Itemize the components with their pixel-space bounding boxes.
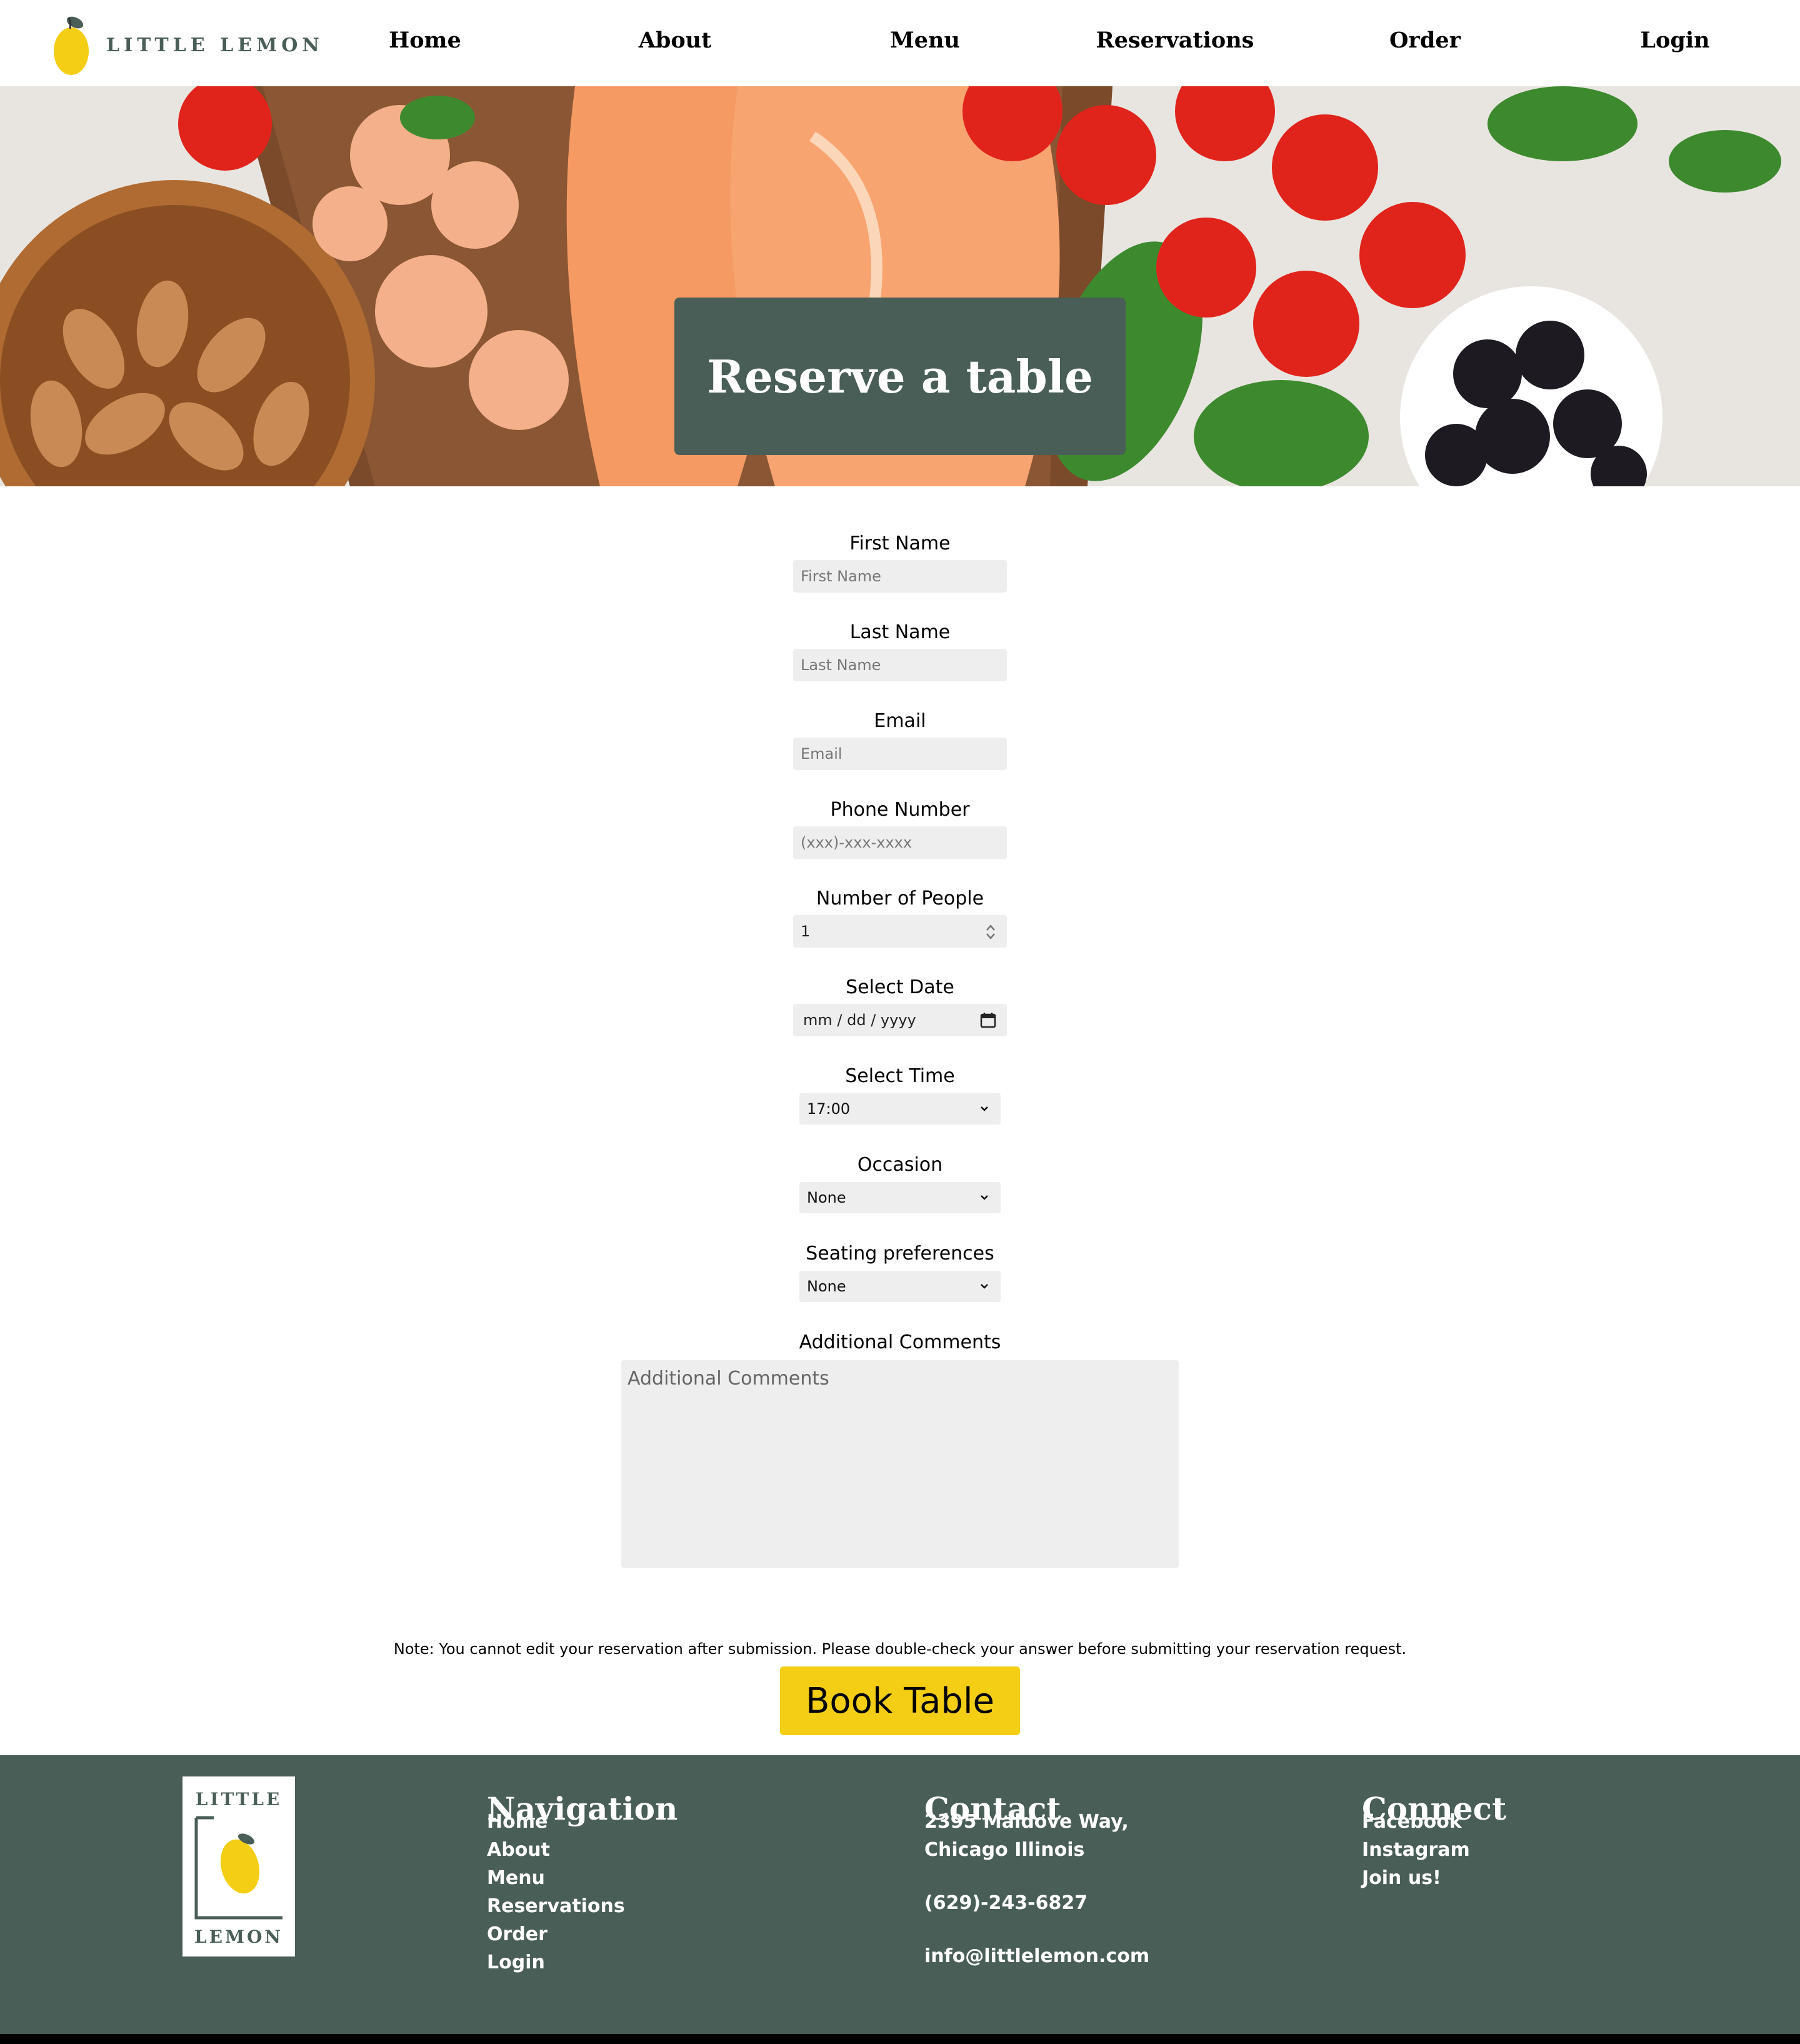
lemon-icon [54,16,89,75]
brand-name: LITTLE LEMON [106,34,324,56]
people-value: 1 [801,923,811,940]
footer-link-about[interactable]: About [487,1836,625,1864]
footer-link-login[interactable]: Login [487,1948,625,1976]
phone-input[interactable]: (xxx)-xxx-xxxx [793,826,1007,859]
page-title: Reserve a table [707,349,1093,403]
nav-home[interactable]: Home [331,28,519,53]
footer-logo-top-text: LITTLE [196,1789,282,1810]
date-input[interactable]: mm / dd / yyyy [793,1004,1007,1036]
last-name-input[interactable]: Last Name [793,649,1007,681]
bottom-bar [0,2034,1800,2044]
comments-textarea[interactable]: Additional Comments [621,1360,1179,1568]
first-name-input[interactable]: First Name [793,560,1007,593]
people-number-input[interactable]: 1 [793,915,1007,948]
footer-logo-bottom-text: LEMON [194,1926,283,1947]
time-label: Select Time [845,1065,955,1087]
top-navigation: LITTLE LEMON Home About Menu Reservation… [0,0,1800,86]
chevron-down-icon [981,1106,988,1111]
contact-phone[interactable]: (629)-243-6827 [924,1889,1149,1917]
footer-navigation-links: Home About Menu Reservations Order Login [487,1808,625,1976]
calendar-icon[interactable] [979,1011,997,1029]
nav-about[interactable]: About [581,28,769,53]
occasion-label: Occasion [857,1154,943,1176]
people-label: Number of People [816,888,984,909]
first-name-label: First Name [849,533,951,554]
nav-login[interactable]: Login [1581,28,1769,53]
nav-reservations[interactable]: Reservations [1081,28,1269,53]
spinner-arrows-icon[interactable] [984,923,997,941]
phone-label: Phone Number [830,799,970,821]
footer-link-order[interactable]: Order [487,1920,625,1948]
comments-label: Additional Comments [799,1331,1001,1353]
date-label: Select Date [846,976,954,998]
footer-link-instagram[interactable]: Instagram [1362,1836,1470,1864]
time-value: 17:00 [807,1100,851,1118]
footer-link-facebook[interactable]: Facebook [1362,1808,1470,1836]
email-label: Email [874,710,926,732]
occasion-select[interactable]: None [799,1182,1001,1213]
last-name-label: Last Name [849,621,951,643]
nav-order[interactable]: Order [1331,28,1519,53]
seating-select[interactable]: None [799,1271,1001,1302]
chevron-down-icon [981,1195,988,1200]
footer-logo[interactable]: LITTLE LEMON [182,1776,295,1956]
hero-banner: Reserve a table [0,86,1800,486]
contact-address-line2: Chicago Illinois [924,1839,1085,1861]
brand-logo[interactable]: LITTLE LEMON [52,14,324,76]
footer-logo-graphic: LITTLE LEMON [194,1789,283,1947]
email-input[interactable]: Email [793,738,1007,770]
seating-label: Seating preferences [806,1243,994,1265]
footer-connect-links: Facebook Instagram Join us! [1362,1808,1470,1892]
book-table-button[interactable]: Book Table [780,1666,1020,1735]
footer-link-home[interactable]: Home [487,1808,625,1836]
contact-email[interactable]: info@littlelemon.com [924,1942,1149,1970]
footer-contact-info: 2395 Maldove Way, Chicago Illinois (629)… [924,1808,1149,1970]
footer-link-menu[interactable]: Menu [487,1864,625,1892]
time-select[interactable]: 17:00 [799,1093,1001,1125]
footer-link-join-us[interactable]: Join us! [1362,1864,1470,1892]
date-placeholder: mm / dd / yyyy [803,1011,916,1029]
hero-title-box: Reserve a table [674,298,1126,455]
nav-menu[interactable]: Menu [831,28,1019,53]
site-footer: LITTLE LEMON Navigation Home About Menu … [0,1755,1800,2034]
contact-address-line1: 2395 Maldove Way, [924,1811,1129,1833]
seating-value: None [807,1278,846,1295]
occasion-value: None [807,1189,846,1206]
submission-note: Note: You cannot edit your reservation a… [393,1640,1407,1658]
chevron-down-icon [981,1284,988,1289]
footer-link-reservations[interactable]: Reservations [487,1892,625,1920]
